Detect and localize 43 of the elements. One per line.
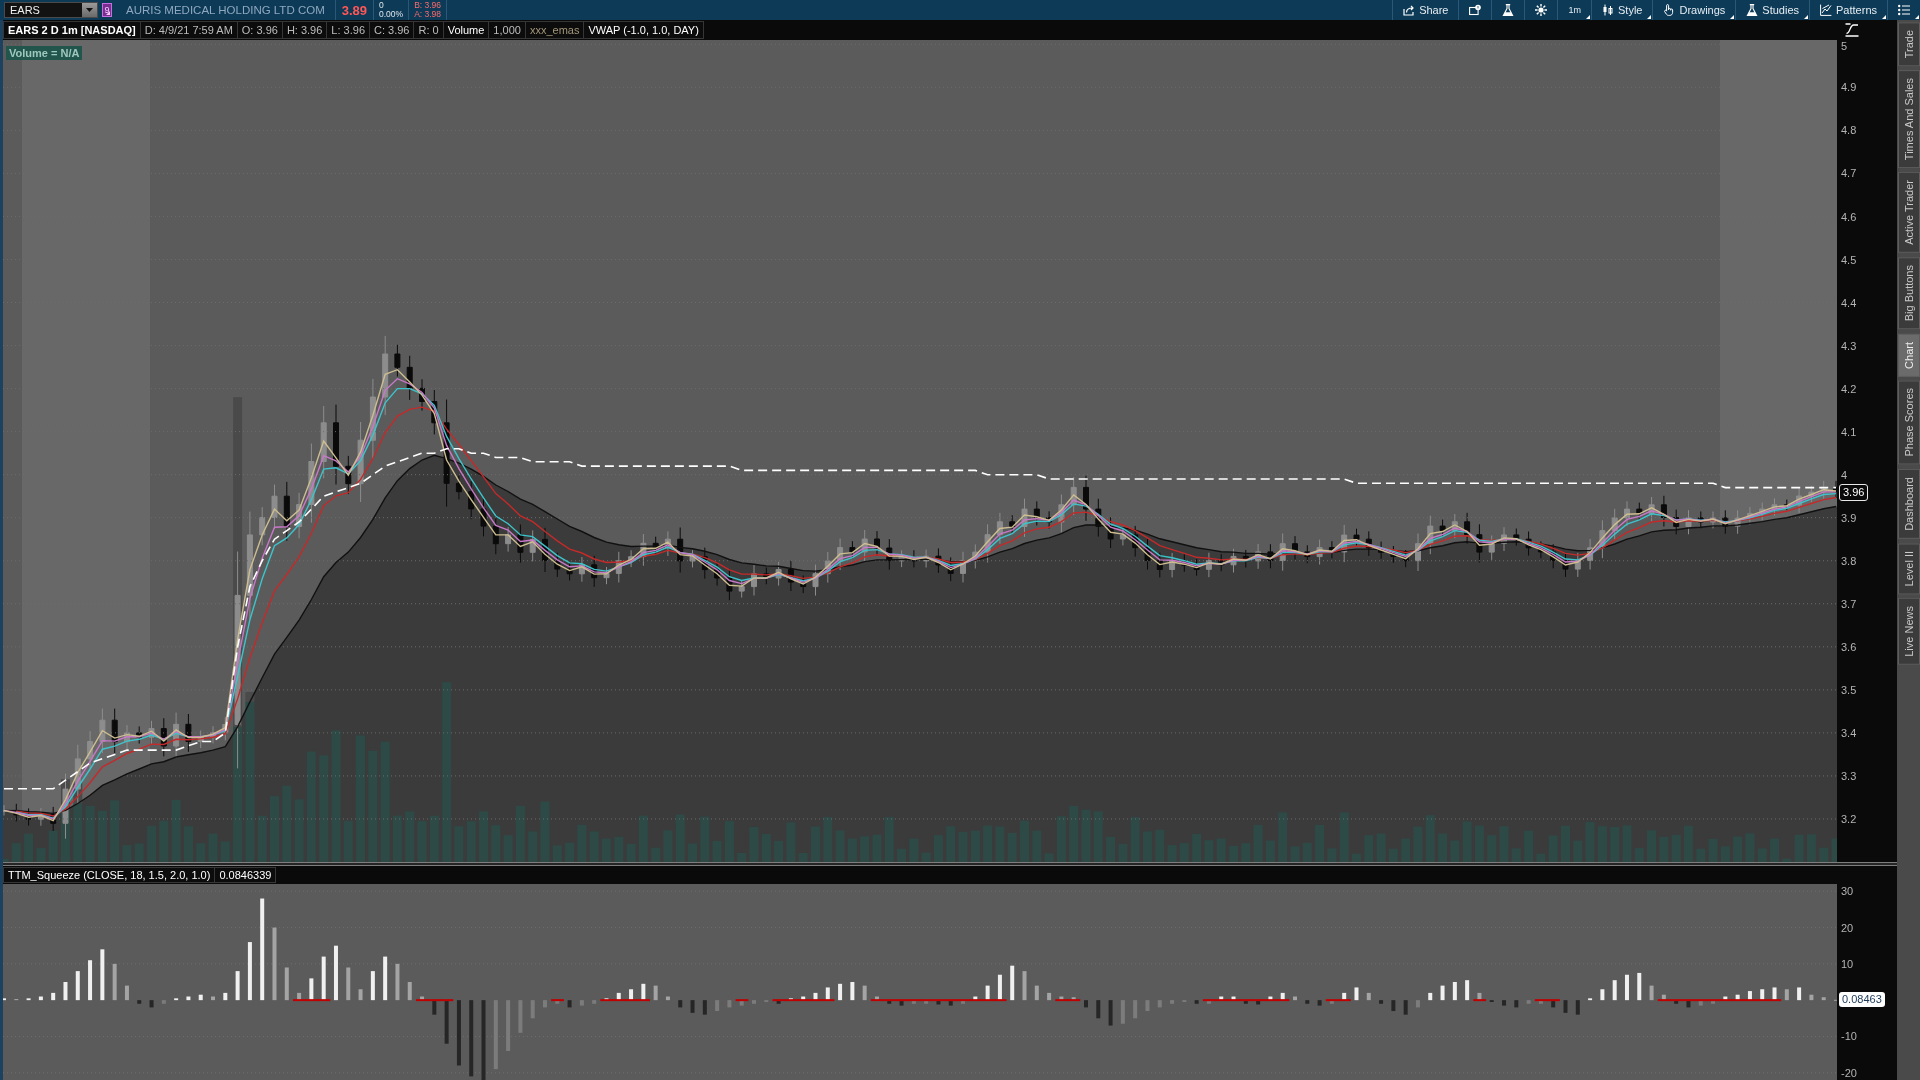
price-axis-label: 3.5: [1841, 683, 1857, 696]
change-percent: 0.00%: [379, 10, 404, 19]
readout-label: 1,000: [488, 21, 526, 39]
price-axis-label: 5: [1841, 40, 1848, 52]
study-value: 0.0846339: [214, 867, 277, 883]
price-axis-label: 3.9: [1841, 511, 1857, 524]
price-axis-label: 4.6: [1841, 210, 1857, 223]
last-price-tag: 3.96: [1839, 483, 1869, 501]
study-axis-label: -20: [1841, 1066, 1857, 1079]
price-axis-label: 3.2: [1841, 813, 1857, 825]
bid-price: B: 3.96: [414, 1, 442, 10]
volume-label: Volume = N/A: [6, 46, 83, 60]
price-axis-label: 4: [1841, 468, 1848, 481]
study-value-tag: 0.08463: [1839, 991, 1885, 1007]
study-axis-label: 10: [1841, 957, 1854, 970]
price-axis-label: 4.9: [1841, 81, 1857, 94]
company-name: AURIS MEDICAL HOLDING LTD COM: [126, 4, 326, 16]
price-axis-label: 4.4: [1841, 296, 1857, 309]
price-axis-label: 3.3: [1841, 769, 1857, 782]
readout-label: D: 4/9/21 7:59 AM: [139, 21, 238, 39]
price-axis-label: 3.7: [1841, 597, 1857, 610]
readout-label: C: 3.96: [369, 21, 415, 39]
study-axis-label: 20: [1841, 921, 1854, 934]
chart-title: EARS 2 D 1m [NASDAQ]: [3, 21, 141, 39]
readout-label: H: 3.96: [281, 21, 328, 39]
readout-label: L: 3.96: [326, 21, 370, 39]
readout-label: O: 3.96: [236, 21, 283, 39]
price-axis-label: 4.7: [1841, 167, 1857, 180]
price-axis-label: 3.8: [1841, 554, 1857, 567]
last-price: 3.89: [340, 2, 369, 18]
ask-price: A: 3.98: [414, 10, 442, 19]
readout-label: R: 0: [413, 21, 444, 39]
price-axis-label: 4.1: [1841, 425, 1857, 438]
change-value: 0: [379, 1, 385, 10]
price-axis-label: 4.3: [1841, 339, 1857, 352]
study-title: TTM_Squeeze (CLOSE, 18, 1.5, 2.0, 1.0): [3, 867, 216, 883]
price-axis-label: 3.6: [1841, 640, 1857, 653]
study-axis-label: -10: [1841, 1030, 1857, 1043]
price-axis-label: 4.2: [1841, 382, 1857, 395]
price-axis-label: 4.8: [1841, 124, 1857, 137]
price-axis-label: 4.5: [1841, 253, 1857, 266]
study-axis-label: 30: [1841, 885, 1854, 898]
price-axis-label: 3.4: [1841, 726, 1857, 739]
